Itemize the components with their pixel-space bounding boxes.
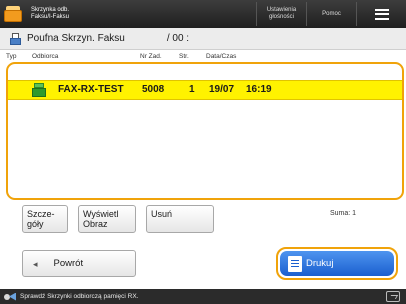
received-fax-icon xyxy=(32,83,46,97)
inbox-icon xyxy=(10,32,21,45)
hamburger-menu-icon xyxy=(374,8,389,20)
volume-settings-label-line2: głośności xyxy=(268,14,294,20)
menu-button[interactable] xyxy=(356,2,406,26)
row-job-no: 5008 xyxy=(142,84,165,95)
volume-settings-label-line1: Ustawienia xyxy=(266,7,297,13)
box-name: Poufna Skrzyn. Faksu xyxy=(27,33,125,44)
network-connection-icon[interactable] xyxy=(386,291,400,302)
total-count: Suma: 1 xyxy=(330,210,357,217)
row-date: 19/07 xyxy=(209,84,235,95)
print-document-icon xyxy=(288,255,302,272)
row-pages: 1 xyxy=(189,84,195,95)
view-image-label-line2: Obraz xyxy=(83,219,108,229)
delete-label: Usuń xyxy=(151,209,173,219)
table-row[interactable]: FAX-RX-TEST 5008 1 19/07 16:19 xyxy=(8,80,402,100)
status-bar: Sprawdź Skrzynki odbiorczą pamięci RX. xyxy=(0,289,406,304)
column-header-datetime[interactable]: Data/Czas xyxy=(206,53,236,60)
box-title-bar: Poufna Skrzyn. Faksu / 00 : xyxy=(0,28,406,50)
help-button[interactable]: Pomoc xyxy=(306,2,356,26)
view-image-button[interactable]: Wyświetl Obraz xyxy=(78,205,136,233)
back-arrow-icon: ◂ xyxy=(33,258,38,269)
app-title-area: Skrzynka odb. Faksu/I-Faksu xyxy=(2,2,152,26)
box-number: / 00 : xyxy=(166,33,190,44)
column-header-job-no[interactable]: Nr Zad. xyxy=(140,53,162,60)
back-button[interactable]: ◂ Powrót xyxy=(22,250,136,277)
back-label: Powrót xyxy=(53,257,84,269)
column-header-recipient[interactable]: Odbiorca xyxy=(32,53,58,60)
status-message-icon xyxy=(4,292,16,302)
row-time: 16:19 xyxy=(246,84,272,95)
details-button[interactable]: Szcze- góły xyxy=(22,205,68,233)
top-header-bar: Skrzynka odb. Faksu/I-Faksu Ustawienia g… xyxy=(0,0,406,28)
status-message: Sprawdź Skrzynki odbiorczą pamięci RX. xyxy=(20,293,139,300)
volume-settings-button[interactable]: Ustawienia głośności xyxy=(256,2,306,26)
document-list[interactable]: FAX-RX-TEST 5008 1 19/07 16:19 xyxy=(6,62,404,200)
print-label: Drukuj xyxy=(306,258,334,269)
app-title-line2: Faksu/I-Faksu xyxy=(31,14,70,20)
app-title-line1: Skrzynka odb. xyxy=(31,7,70,13)
column-header-pages[interactable]: Str. xyxy=(179,53,189,60)
details-label-line1: Szcze- xyxy=(27,209,55,219)
view-image-label-line1: Wyświetl xyxy=(83,209,119,219)
fax-inbox-app-icon xyxy=(2,3,26,25)
column-header-type[interactable]: Typ xyxy=(6,53,16,60)
print-button[interactable]: Drukuj xyxy=(276,247,398,280)
help-label: Pomoc xyxy=(322,10,341,17)
delete-button[interactable]: Usuń xyxy=(146,205,214,233)
row-recipient: FAX-RX-TEST xyxy=(58,84,124,95)
details-label-line2: góły xyxy=(27,219,44,229)
